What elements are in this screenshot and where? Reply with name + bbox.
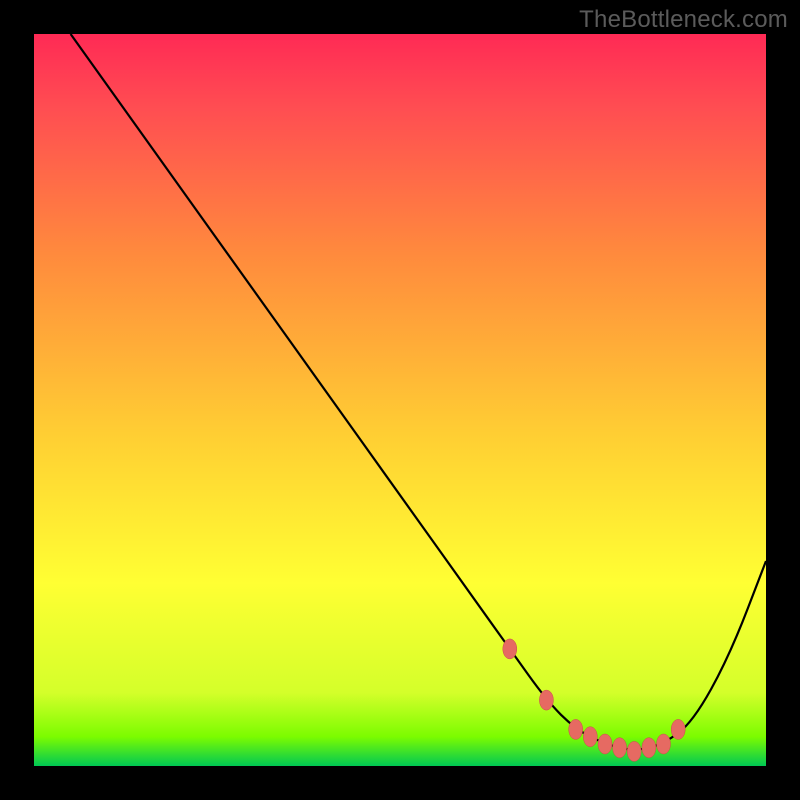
plot-area: [34, 34, 766, 766]
bead-point: [569, 719, 583, 739]
bead-point: [539, 690, 553, 710]
bead-point: [657, 734, 671, 754]
bead-point: [642, 738, 656, 758]
bead-point: [503, 639, 517, 659]
bead-point: [598, 734, 612, 754]
chart-frame: TheBottleneck.com: [0, 0, 800, 800]
chart-svg: [34, 34, 766, 766]
bead-point: [627, 741, 641, 761]
watermark-text: TheBottleneck.com: [579, 6, 788, 34]
sweet-spot-beads: [503, 639, 685, 762]
bottleneck-curve: [71, 34, 766, 750]
bead-point: [613, 738, 627, 758]
bead-point: [583, 727, 597, 747]
bead-point: [671, 719, 685, 739]
